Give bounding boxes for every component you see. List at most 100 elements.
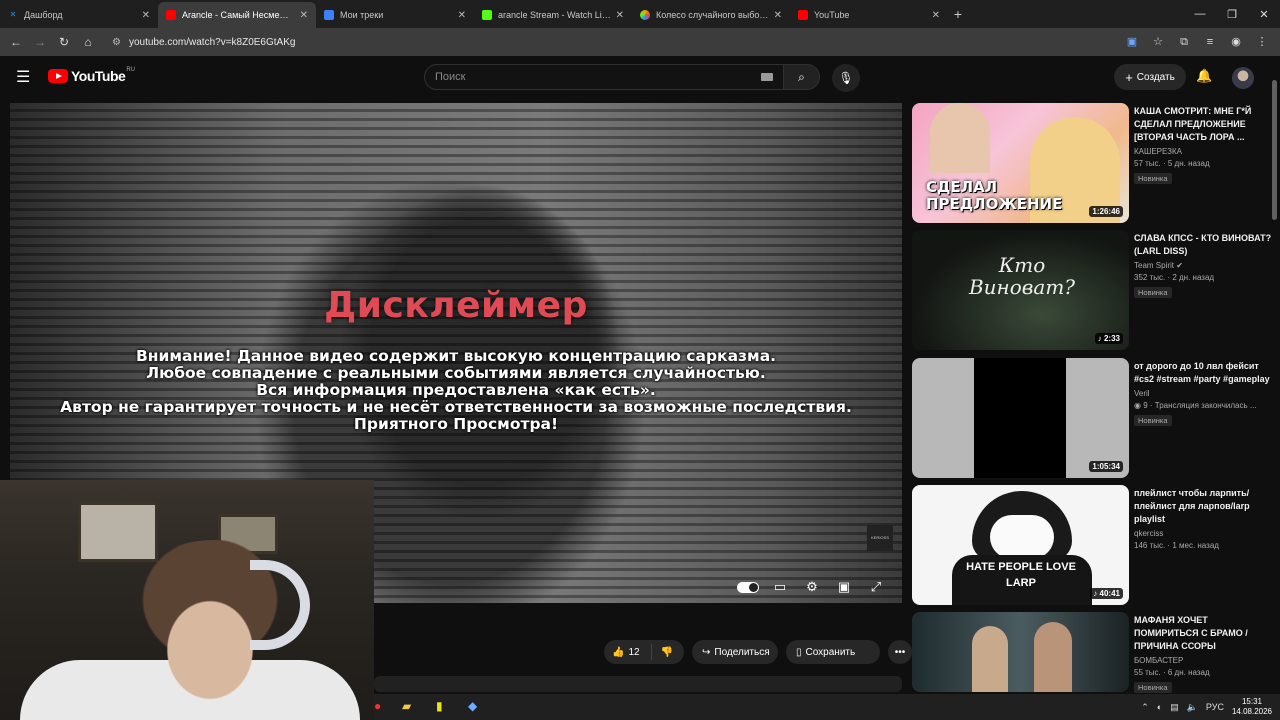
voice-search-button[interactable]: 🎙: [832, 64, 860, 92]
home-icon[interactable]: ⌂: [76, 35, 100, 49]
video-thumbnail[interactable]: Кто Виноват? ♪ 2:33: [912, 230, 1129, 350]
reading-list-icon[interactable]: ≡: [1200, 32, 1220, 52]
video-title[interactable]: СЛАВА КПСС - КТО ВИНОВАТ? (LARL DISS): [1134, 232, 1274, 258]
video-title[interactable]: МАФАНЯ ХОЧЕТ ПОМИРИТЬСЯ С БРАМО / ПРИЧИН…: [1134, 614, 1274, 653]
create-button[interactable]: + Создать: [1114, 64, 1186, 90]
language-indicator[interactable]: РУС: [1206, 702, 1224, 712]
scrollbar-thumb[interactable]: [1272, 80, 1277, 220]
close-icon[interactable]: ✕: [458, 10, 466, 21]
browser-tab[interactable]: Мои треки ✕: [316, 2, 474, 28]
dislike-button[interactable]: 👎: [652, 647, 682, 658]
video-thumbnail[interactable]: СДЕЛАЛ ПРЕДЛОЖЕНИЕ 1:26:46: [912, 103, 1129, 223]
facecam-overlay: [0, 480, 374, 720]
tray-chevron-icon[interactable]: ⌃: [1141, 702, 1149, 713]
channel-watermark[interactable]: KERIOSS: [867, 525, 893, 551]
close-icon[interactable]: ✕: [616, 10, 624, 21]
network-icon[interactable]: ▤: [1170, 702, 1179, 713]
new-badge: Новинка: [1134, 682, 1172, 693]
video-thumbnail[interactable]: 1:05:34: [912, 358, 1129, 478]
page-scrollbar[interactable]: [1270, 60, 1278, 700]
close-icon[interactable]: ✕: [142, 10, 150, 21]
browser-tab[interactable]: arancle Stream - Watch Live on ✕: [474, 2, 632, 28]
channel-name[interactable]: Team Spirit ✔: [1134, 261, 1274, 270]
video-duration: 2:33: [1103, 334, 1120, 343]
minimize-icon[interactable]: —: [1184, 8, 1216, 20]
video-info: плейлист чтобы ларпить/ плейлист для лар…: [1134, 487, 1274, 550]
recommendation-item[interactable]: Кто Виноват? ♪ 2:33 СЛАВА КПСС - КТО ВИН…: [912, 230, 1272, 350]
new-tab-button[interactable]: +: [948, 6, 968, 22]
close-icon[interactable]: ✕: [932, 10, 940, 21]
wheel-icon: [640, 10, 650, 20]
browser-tab[interactable]: ✕ Дашборд ✕: [0, 2, 158, 28]
maximize-icon[interactable]: ❐: [1216, 8, 1248, 21]
browser-tab[interactable]: Колесо случайного выбора – ✕: [632, 2, 790, 28]
forward-icon[interactable]: →: [28, 35, 52, 49]
youtube-logo[interactable]: YouTube RU: [48, 67, 135, 84]
save-button[interactable]: ▯ Сохранить: [786, 640, 880, 664]
new-badge: Новинка: [1134, 173, 1172, 184]
volume-icon[interactable]: 🔈: [1187, 702, 1198, 713]
recommendation-item[interactable]: HATE PEOPLE LOVE LARP ♪ 40:41 плейлист ч…: [912, 485, 1272, 605]
more-actions-button[interactable]: •••: [888, 640, 912, 664]
youtube-icon: [166, 10, 176, 20]
close-icon[interactable]: ✕: [300, 10, 308, 21]
site-info-icon[interactable]: ⚙: [112, 37, 121, 48]
notifications-bell-icon[interactable]: 🔔: [1196, 68, 1212, 84]
search-button[interactable]: ⌕: [784, 64, 820, 90]
tray-app-icon[interactable]: ◐: [1157, 702, 1162, 712]
like-dislike-group: 👍 12 👎: [604, 640, 684, 664]
browser-tab-active[interactable]: Arancle - Самый Несмешной ✕: [158, 2, 316, 28]
address-bar[interactable]: ⚙ youtube.com/watch?v=k8Z0E6GtAKg: [104, 31, 1114, 53]
avatar[interactable]: [1232, 67, 1254, 89]
video-title[interactable]: от дорого до 10 лвл фейсит #cs2 #stream …: [1134, 360, 1274, 386]
video-thumbnail[interactable]: HATE PEOPLE LOVE LARP ♪ 40:41: [912, 485, 1129, 605]
system-clock[interactable]: 15:31 14.08.2026: [1232, 697, 1272, 717]
video-info: МАФАНЯ ХОЧЕТ ПОМИРИТЬСЯ С БРАМО / ПРИЧИН…: [1134, 614, 1274, 695]
video-duration: 1:05:34: [1089, 461, 1123, 472]
channel-name[interactable]: БОМБАСТЕР: [1134, 656, 1274, 665]
disclaimer-line: Приятного Просмотра!: [353, 415, 559, 433]
fullscreen-icon[interactable]: ⤢: [860, 577, 892, 597]
close-icon[interactable]: ✕: [774, 10, 782, 21]
video-duration: 1:26:46: [1089, 206, 1123, 217]
video-title[interactable]: плейлист чтобы ларпить/ плейлист для лар…: [1134, 487, 1274, 526]
channel-name[interactable]: qkerciss: [1134, 529, 1274, 538]
share-button[interactable]: ↪ Поделиться: [692, 640, 778, 664]
recommendation-item[interactable]: 1:05:34 от дорого до 10 лвл фейсит #cs2 …: [912, 358, 1272, 478]
channel-name[interactable]: КАШЕРЕЗКА: [1134, 147, 1274, 156]
kick-icon: [482, 10, 492, 20]
extensions-icon[interactable]: ⧉: [1174, 32, 1194, 52]
keyboard-icon[interactable]: [761, 73, 773, 81]
thumb-caption: СДЕЛАЛ ПРЕДЛОЖЕНИЕ: [926, 178, 1063, 213]
recommendation-item[interactable]: СДЕЛАЛ ПРЕДЛОЖЕНИЕ 1:26:46 КАША СМОТРИТ:…: [912, 103, 1272, 223]
video-title[interactable]: КАША СМОТРИТ: МНЕ Г*Й СДЕЛАЛ ПРЕДЛОЖЕНИЕ…: [1134, 105, 1274, 144]
bookmark-star-icon[interactable]: ☆: [1148, 32, 1168, 52]
music-duration: ♪ 40:41: [1090, 588, 1123, 599]
hamburger-menu-icon[interactable]: ☰: [16, 68, 34, 88]
reload-icon[interactable]: ↻: [52, 35, 76, 49]
settings-gear-icon[interactable]: ⚙: [796, 577, 828, 597]
recommendation-item[interactable]: МАФАНЯ ХОЧЕТ ПОМИРИТЬСЯ С БРАМО / ПРИЧИН…: [912, 612, 1274, 695]
video-thumbnail[interactable]: [912, 612, 1129, 692]
app-yellow-icon[interactable]: ▮: [436, 699, 443, 713]
video-meta-text: 9 · Трансляция закончилась ...: [1143, 401, 1257, 410]
back-icon[interactable]: ←: [4, 35, 28, 49]
channel-name[interactable]: Veril: [1134, 389, 1274, 398]
tab-label: Arancle - Самый Несмешной: [182, 10, 296, 20]
theater-mode-icon[interactable]: ▣: [828, 577, 860, 597]
close-window-icon[interactable]: ✕: [1248, 8, 1280, 21]
app-record-icon[interactable]: ●: [374, 699, 381, 713]
autoplay-toggle[interactable]: [732, 577, 764, 597]
translate-icon[interactable]: ▣: [1122, 32, 1142, 52]
description-bar[interactable]: [374, 676, 902, 692]
subtitles-icon[interactable]: ▭: [764, 577, 796, 597]
search-input[interactable]: Поиск: [424, 64, 784, 90]
browser-tab[interactable]: YouTube ✕: [790, 2, 948, 28]
file-explorer-icon[interactable]: ▰: [402, 699, 411, 713]
menu-dots-icon[interactable]: ⋮: [1252, 32, 1272, 52]
steam-icon[interactable]: ◆: [468, 699, 477, 713]
save-label: Сохранить: [805, 646, 856, 658]
x-icon: ✕: [9, 10, 17, 19]
like-button[interactable]: 👍 12: [604, 644, 652, 660]
profile-icon[interactable]: ◉: [1226, 32, 1246, 52]
